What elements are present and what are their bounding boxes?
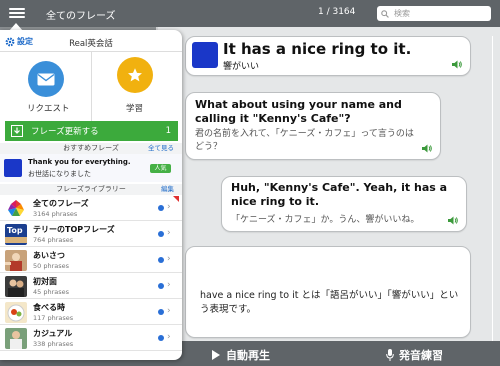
- current-list-title: 全てのフレーズ: [46, 11, 116, 22]
- update-label: フレーズ更新する: [31, 127, 99, 137]
- chevron-right-icon: ›: [167, 228, 171, 238]
- explanation-card: have a nice ring to it とは「語呂がいい」「響がいい」とい…: [185, 246, 471, 338]
- speaker-icon[interactable]: [448, 216, 458, 225]
- library-header: フレーズライブラリー 編集: [0, 184, 182, 195]
- library-item[interactable]: 食べる時 117 phrases ›: [0, 300, 182, 325]
- library-count: 338 phrases: [33, 340, 74, 348]
- phrase-flag: [4, 159, 22, 177]
- library-item[interactable]: あいさつ 50 phrases ›: [0, 248, 182, 273]
- selected-indicator: [158, 335, 164, 341]
- pronunciation-button[interactable]: 発音練習: [386, 347, 443, 363]
- selected-indicator: [158, 205, 164, 211]
- speaker-icon[interactable]: [452, 60, 462, 69]
- explanation-text: have a nice ring to it とは「語呂がいい」「響がいい」とい…: [200, 290, 459, 315]
- request-label: リクエスト: [27, 104, 70, 114]
- library-count: 3164 phrases: [33, 210, 78, 218]
- phrase-english: It has a nice ring to it.: [223, 40, 412, 58]
- library-thumbnail: [5, 328, 27, 349]
- play-icon: [212, 350, 220, 360]
- library-name: テリーのTOPフレーズ: [33, 225, 115, 234]
- library-count: 764 phrases: [33, 236, 74, 244]
- chevron-right-icon: ›: [167, 202, 171, 212]
- next-card-edge: [492, 36, 500, 341]
- selected-indicator: [158, 309, 164, 315]
- download-icon: [11, 125, 23, 137]
- chevron-right-icon: ›: [167, 306, 171, 316]
- library-thumbnail: [5, 276, 27, 297]
- microphone-icon: [386, 349, 394, 361]
- speaker-icon[interactable]: [422, 144, 432, 153]
- chevron-right-icon: ›: [167, 332, 171, 342]
- library-thumbnail: [5, 198, 27, 219]
- dialogue-english: What about using your name and calling i…: [195, 98, 402, 125]
- study-label: 学習: [126, 104, 144, 114]
- search-placeholder: 検索: [394, 9, 410, 18]
- star-icon: [128, 68, 142, 82]
- search-icon: [381, 9, 389, 18]
- library-item[interactable]: 初対面 45 phrases ›: [0, 274, 182, 299]
- library-name: 全てのフレーズ: [33, 199, 89, 208]
- library-thumbnail: [5, 250, 27, 271]
- update-phrases-button[interactable]: フレーズ更新する 1: [5, 121, 178, 141]
- bottom-bar: 自動再生 発音練習: [156, 341, 500, 366]
- see-all-link[interactable]: 全て見る: [148, 143, 174, 154]
- phrase-counter: 1 / 3164: [318, 7, 356, 17]
- dialogue-bubble[interactable]: Huh, "Kenny's Cafe". Yeah, it has a nice…: [221, 176, 467, 232]
- library-thumbnail: Top: [5, 224, 27, 245]
- autoplay-label: 自動再生: [226, 349, 270, 362]
- chevron-right-icon: ›: [167, 280, 171, 290]
- selected-indicator: [158, 257, 164, 263]
- phrase-flag: [192, 42, 218, 68]
- study-button[interactable]: [117, 57, 153, 93]
- library-thumbnail: [5, 302, 27, 323]
- selected-indicator: [158, 231, 164, 237]
- recommended-phrase[interactable]: Thank you for everything. お世話になりました 人気: [0, 154, 182, 182]
- pronunciation-label: 発音練習: [399, 349, 443, 362]
- update-count: 1: [165, 126, 171, 136]
- library-name: 食べる時: [33, 303, 65, 312]
- panel-title: Real英会話: [69, 39, 113, 49]
- library-name: カジュアル: [33, 329, 73, 338]
- dialogue-japanese: 君の名前を入れて、「ケニーズ・カフェ」って言うのはどう？: [195, 129, 414, 152]
- phrase-japanese: 響がいい: [223, 62, 260, 72]
- library-count: 117 phrases: [33, 314, 74, 322]
- search-input[interactable]: 検索: [377, 6, 491, 21]
- mail-icon: [37, 73, 55, 85]
- recommended-japanese: お世話になりました: [28, 170, 91, 178]
- library-count: 50 phrases: [33, 262, 70, 270]
- chevron-right-icon: ›: [167, 254, 171, 264]
- selected-indicator: [158, 283, 164, 289]
- new-tag: [173, 196, 179, 202]
- request-button[interactable]: [28, 61, 64, 97]
- recommended-header: おすすめフレーズ 全て見る: [0, 143, 182, 154]
- library-header-label: フレーズライブラリー: [56, 185, 126, 193]
- autoplay-button[interactable]: 自動再生: [212, 347, 270, 363]
- library-name: 初対面: [33, 277, 57, 286]
- dialogue-japanese: 「ケニーズ・カフェ」か。うん、響がいいね。: [231, 215, 420, 225]
- recommended-header-label: おすすめフレーズ: [63, 144, 119, 152]
- edit-link[interactable]: 編集: [161, 184, 174, 195]
- popular-badge: 人気: [150, 164, 171, 173]
- top-bar: 全てのフレーズ 1 / 3164 検索: [0, 0, 500, 27]
- phrase-card[interactable]: It has a nice ring to it. 響がいい: [185, 36, 471, 76]
- library-name: あいさつ: [33, 251, 65, 260]
- library-item[interactable]: 全てのフレーズ 3164 phrases ›: [0, 196, 182, 221]
- library-item[interactable]: カジュアル 338 phrases ›: [0, 326, 182, 351]
- sidebar-panel: 設定 Real英会話 リクエスト 学習 フレーズ更新する 1 おすすめフレーズ …: [0, 30, 182, 360]
- dialogue-bubble[interactable]: What about using your name and calling i…: [185, 92, 441, 160]
- library-item[interactable]: Top テリーのTOPフレーズ 764 phrases ›: [0, 222, 182, 247]
- dialogue-english: Huh, "Kenny's Cafe". Yeah, it has a nice…: [231, 181, 448, 208]
- recommended-english: Thank you for everything.: [28, 158, 131, 166]
- library-count: 45 phrases: [33, 288, 70, 296]
- menu-icon[interactable]: [9, 6, 25, 20]
